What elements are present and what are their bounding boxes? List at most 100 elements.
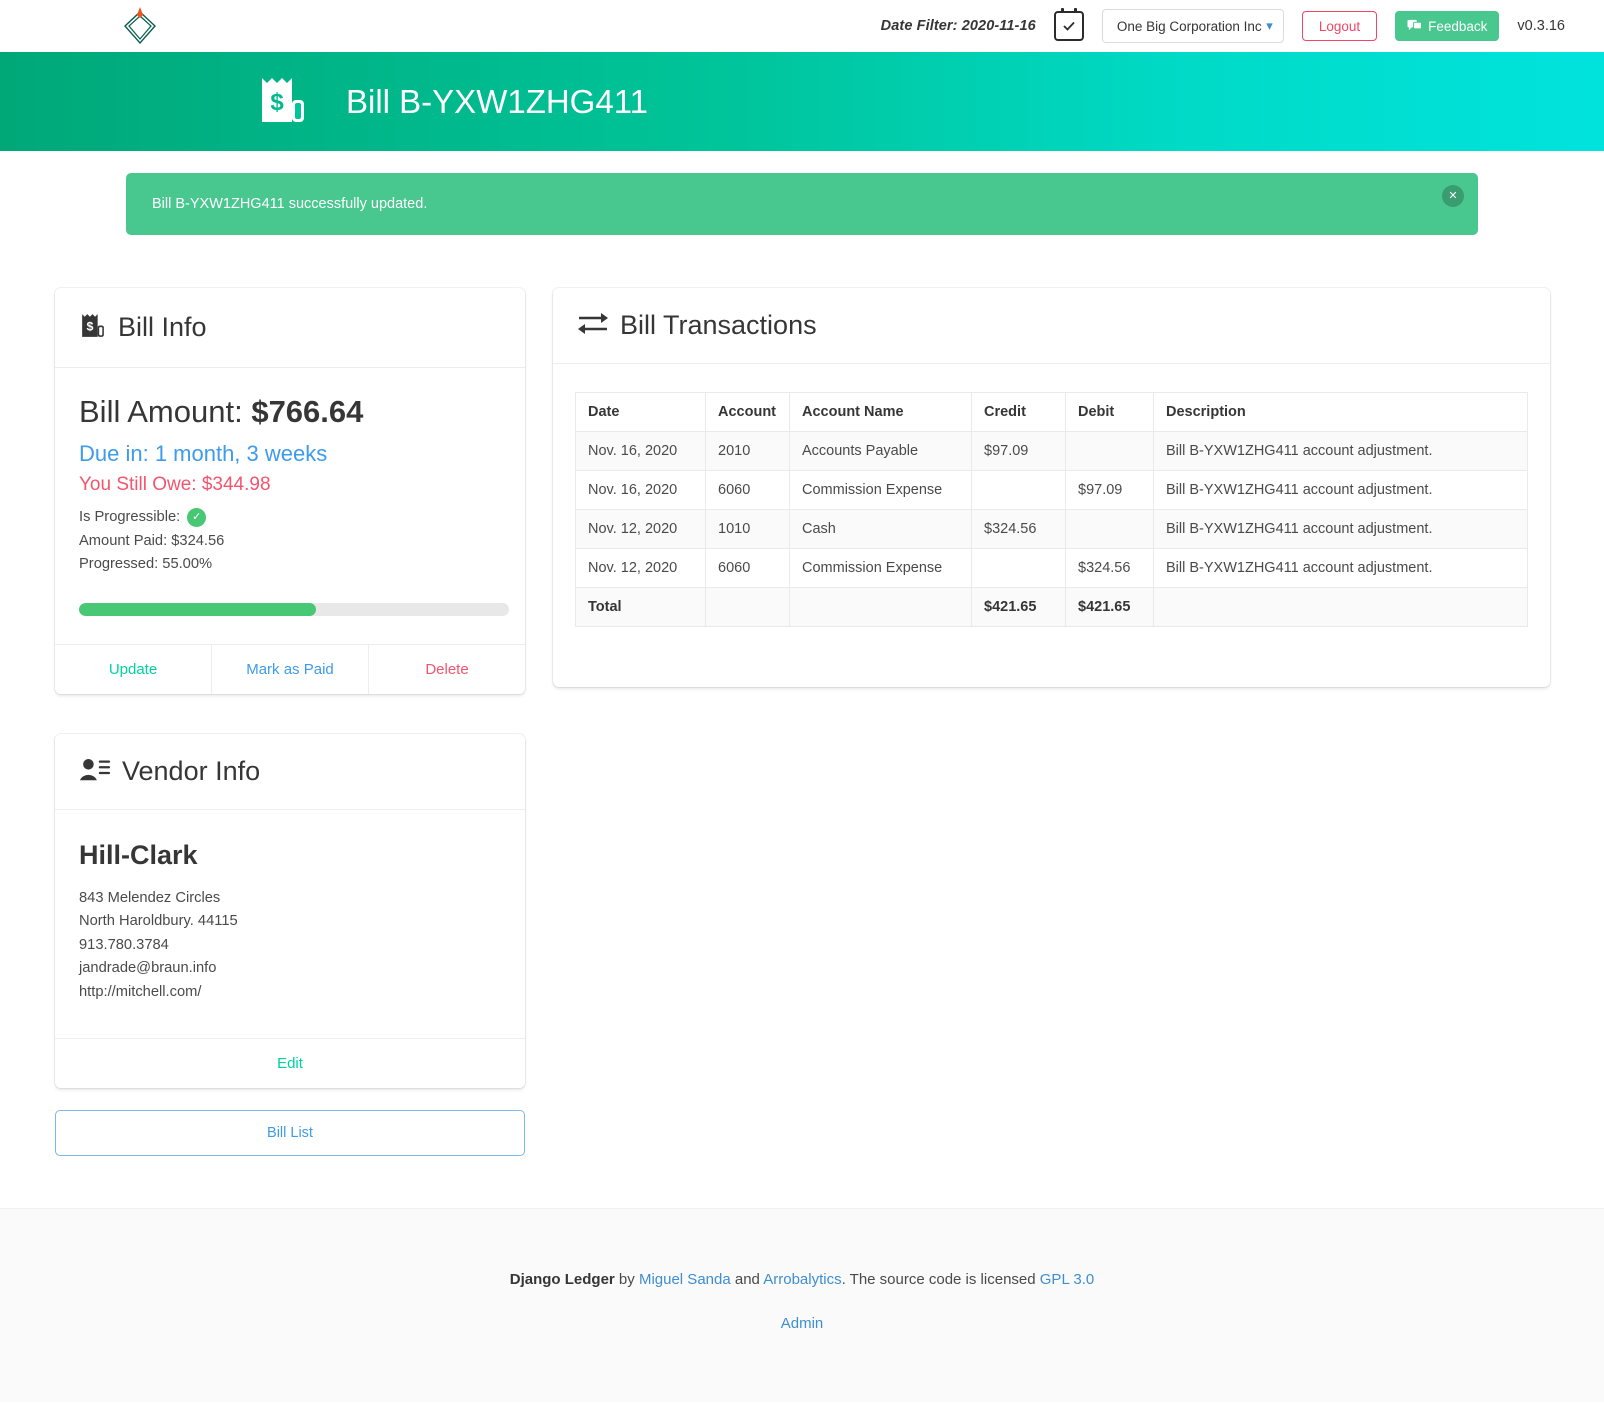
column-header-debit: Debit [1065, 392, 1154, 432]
check-glyph-icon [1063, 21, 1075, 31]
page-footer: Django Ledger by Miguel Sanda and Arroba… [0, 1208, 1604, 1402]
cell-date: Nov. 12, 2020 [575, 509, 706, 549]
cell-account: 1010 [705, 509, 790, 549]
svg-text:$: $ [86, 320, 93, 334]
delete-button[interactable]: Delete [369, 644, 525, 694]
cell-account-name: Commission Expense [789, 470, 972, 510]
bill-amount: Bill Amount: $766.64 [79, 394, 501, 430]
vendor-name: Hill-Clark [79, 839, 198, 870]
cell-credit: $97.09 [971, 431, 1066, 471]
vendor-address-line-1: 843 Melendez Circles [79, 889, 221, 906]
diamond-rocket-logo-icon[interactable] [122, 6, 158, 46]
bill-info-header: $ Bill Info [55, 288, 525, 368]
vendor-info-actions: Edit [55, 1038, 525, 1088]
vendor-phone: 913.780.3784 [79, 936, 169, 953]
table-header-row: Date Account Account Name Credit Debit D… [575, 392, 1528, 432]
footer-app-name: Django Ledger [509, 1271, 615, 1288]
bill-list-button[interactable]: Bill List [55, 1110, 525, 1156]
top-navbar: Date Filter: 2020-11-16 One Big Corporat… [0, 0, 1604, 52]
progressed-percent: Progressed: 55.00% [79, 556, 213, 572]
footer-license-link[interactable]: GPL 3.0 [1040, 1271, 1094, 1288]
bill-transactions-header: Bill Transactions [553, 288, 1550, 364]
close-icon[interactable]: ✕ [1442, 185, 1464, 207]
entity-select-value: One Big Corporation Inc [1116, 18, 1262, 34]
footer-admin-link[interactable]: Admin [781, 1315, 824, 1332]
vendor-website: http://mitchell.com/ [79, 983, 202, 1000]
cell-total-credit: $421.65 [971, 587, 1066, 627]
app-version: v0.3.16 [1517, 18, 1565, 34]
cell-debit [1065, 509, 1154, 549]
column-header-account: Account [705, 392, 790, 432]
cell-total-label: Total [575, 587, 706, 627]
footer-company-link[interactable]: Arrobalytics [763, 1271, 841, 1288]
footer-author-link[interactable]: Miguel Sanda [639, 1271, 731, 1288]
contact-list-icon [79, 756, 111, 787]
vendor-contact-lines: 843 Melendez Circles North Haroldbury. 4… [79, 887, 501, 1005]
amount-paid: Amount Paid: $324.56 [79, 532, 225, 549]
vendor-info-body: Hill-Clark 843 Melendez Circles North Ha… [55, 810, 525, 1039]
bill-info-body: Bill Amount: $766.64 Due in: 1 month, 3 … [55, 368, 525, 644]
table-total-row: Total $421.65 $421.65 [575, 587, 1528, 627]
cell-debit [1065, 431, 1154, 471]
is-progressible-label: Is Progressible: [79, 509, 181, 525]
footer-by: by [614, 1271, 639, 1288]
page-title: Bill B-YXW1ZHG411 [346, 82, 648, 120]
bill-transactions-card: Bill Transactions Date Account Account N… [553, 288, 1550, 687]
footer-credits: Django Ledger by Miguel Sanda and Arroba… [0, 1271, 1604, 1288]
comment-icon [1407, 19, 1423, 31]
left-column: $ Bill Info Bill Amount: $766.64 Due in:… [55, 288, 525, 1156]
calendar-check-icon[interactable] [1053, 8, 1084, 41]
bill-still-owe: You Still Owe: $344.98 [79, 474, 271, 495]
feedback-button[interactable]: Feedback [1395, 11, 1500, 41]
bill-amount-value: $766.64 [251, 394, 364, 429]
entity-select[interactable]: One Big Corporation Inc ▾ [1101, 9, 1284, 43]
transactions-table: Date Account Account Name Credit Debit D… [575, 392, 1528, 627]
bill-due-in: Due in: 1 month, 3 weeks [79, 441, 328, 466]
is-progressible-row: Is Progressible: ✓ [79, 506, 501, 530]
check-circle-icon: ✓ [187, 508, 207, 528]
cell-account: 6060 [705, 548, 790, 588]
alert-container: Bill B-YXW1ZHG411 successfully updated. … [0, 151, 1604, 235]
feedback-label: Feedback [1428, 18, 1488, 34]
edit-vendor-button[interactable]: Edit [55, 1039, 525, 1088]
date-filter-label: Date Filter: 2020-11-16 [880, 18, 1036, 34]
progress-bar-fill [79, 602, 316, 616]
column-header-date: Date [575, 392, 706, 432]
main-content: $ Bill Info Bill Amount: $766.64 Due in:… [0, 235, 1604, 1156]
right-column: Bill Transactions Date Account Account N… [553, 288, 1550, 687]
vendor-email: jandrade@braun.info [79, 960, 217, 976]
exchange-arrows-icon [577, 310, 609, 341]
update-button[interactable]: Update [55, 644, 212, 694]
logout-button[interactable]: Logout [1301, 11, 1378, 41]
cell-description: Bill B-YXW1ZHG411 account adjustment. [1153, 548, 1528, 588]
bill-info-actions: Update Mark as Paid Delete [55, 643, 525, 694]
bill-details: Is Progressible: ✓ Amount Paid: $324.56 … [79, 506, 501, 577]
svg-text:$: $ [270, 89, 284, 116]
table-row: Nov. 16, 2020 2010 Accounts Payable $97.09 B… [575, 431, 1528, 471]
cell-account-name: Cash [789, 509, 972, 549]
column-header-description: Description [1153, 392, 1528, 432]
cell-credit [971, 470, 1066, 510]
transactions-table-wrapper: Date Account Account Name Credit Debit D… [553, 364, 1550, 687]
cell-debit: $97.09 [1065, 470, 1154, 510]
bill-info-card: $ Bill Info Bill Amount: $766.64 Due in:… [55, 288, 525, 694]
receipt-dollar-icon: $ [79, 310, 107, 345]
mark-as-paid-button[interactable]: Mark as Paid [212, 644, 369, 694]
success-alert: Bill B-YXW1ZHG411 successfully updated. … [126, 173, 1478, 235]
cell-description: Bill B-YXW1ZHG411 account adjustment. [1153, 509, 1528, 549]
cell-date: Nov. 12, 2020 [575, 548, 706, 588]
vendor-info-title: Vendor Info [122, 755, 261, 786]
cell-total-account-name [789, 587, 972, 627]
page-hero: $ Bill B-YXW1ZHG411 [0, 52, 1604, 151]
table-row: Nov. 12, 2020 1010 Cash $324.56 Bill B-YXW1Z… [575, 509, 1528, 549]
cell-credit [971, 548, 1066, 588]
chevron-down-icon: ▾ [1266, 18, 1273, 33]
cell-account-name: Accounts Payable [789, 431, 972, 471]
transactions-table-body: Nov. 16, 2020 2010 Accounts Payable $97.09 B… [575, 431, 1528, 627]
column-header-account-name: Account Name [789, 392, 972, 432]
footer-license-text: . The source code is licensed [841, 1271, 1040, 1288]
vendor-info-card: Vendor Info Hill-Clark 843 Melendez Circ… [55, 733, 525, 1088]
cell-description: Bill B-YXW1ZHG411 account adjustment. [1153, 470, 1528, 510]
alert-message: Bill B-YXW1ZHG411 successfully updated. [152, 196, 428, 212]
cell-account: 6060 [705, 470, 790, 510]
